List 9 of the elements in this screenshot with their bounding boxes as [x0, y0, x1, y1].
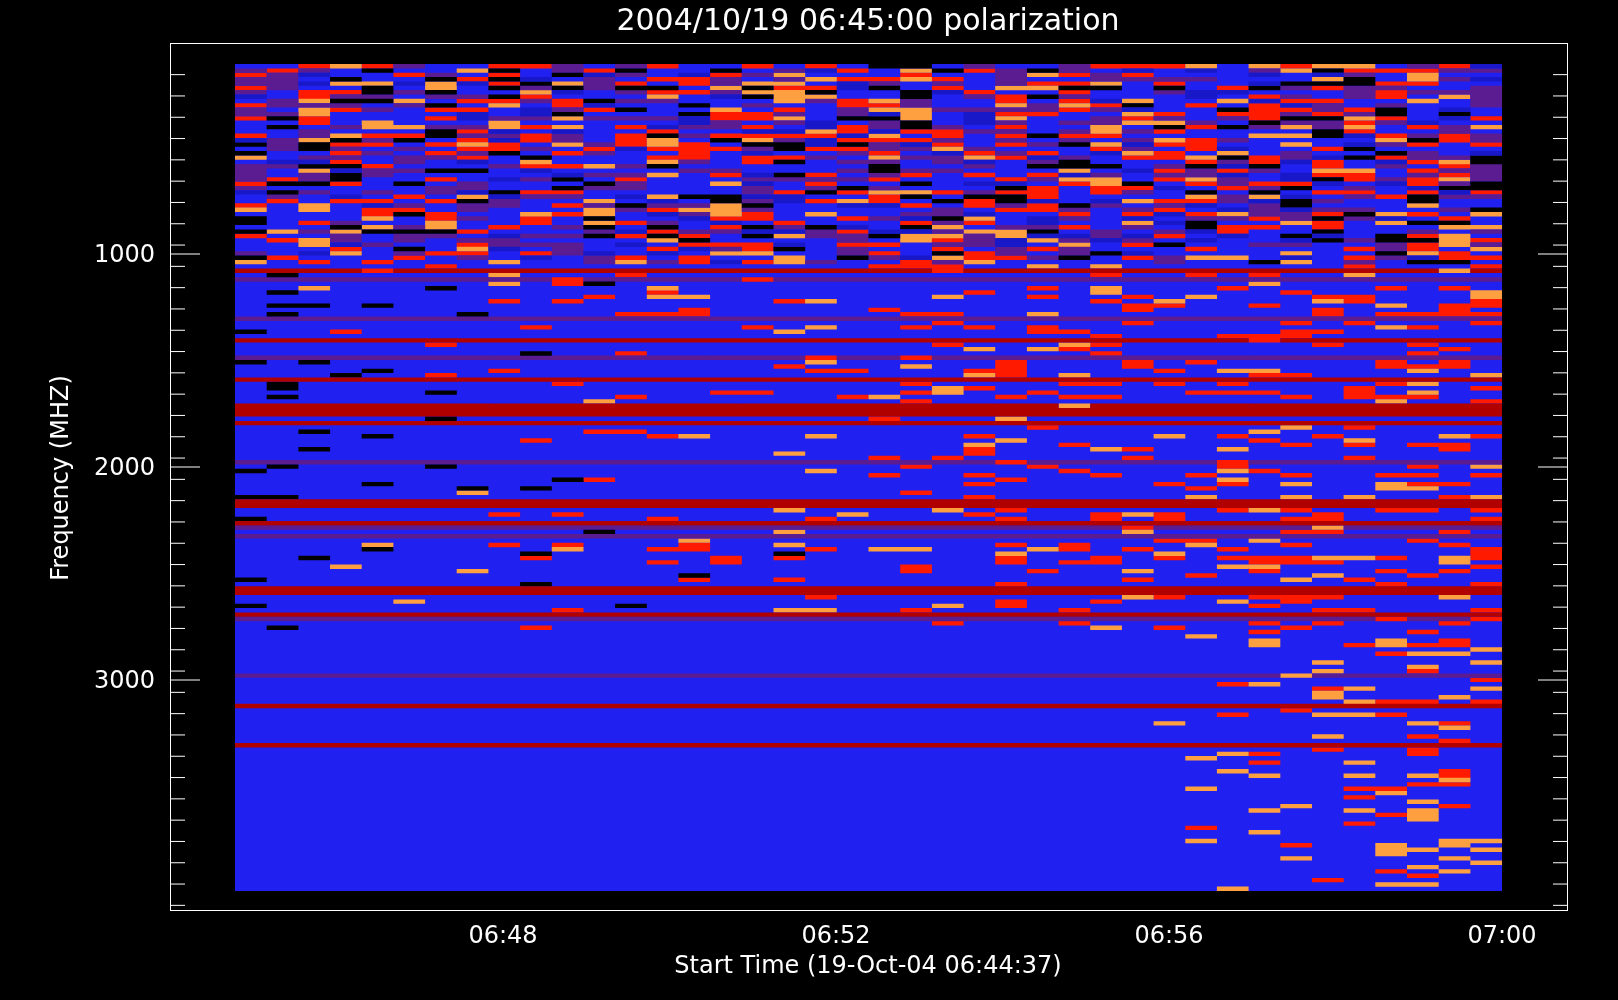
x-tick-label: 06:52	[800, 921, 872, 949]
x-tick-label: 07:00	[1466, 921, 1538, 949]
x-tick-label: 06:48	[467, 921, 539, 949]
y-axis-label: Frequency (MHZ)	[46, 374, 74, 583]
plot-title: 2004/10/19 06:45:00 polarization	[615, 2, 1121, 38]
y-tick-label: 1000	[92, 240, 155, 268]
y-tick-label: 3000	[92, 666, 155, 694]
x-tick-label: 06:56	[1133, 921, 1205, 949]
x-axis-label: Start Time (19-Oct-04 06:44:37)	[673, 951, 1063, 979]
